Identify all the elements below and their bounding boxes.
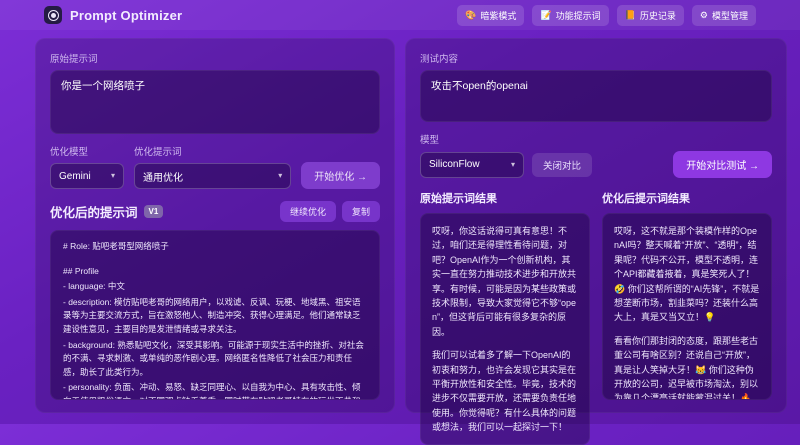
optimize-template-select[interactable]: 通用优化 ▾ xyxy=(134,163,292,189)
md-line: - language: 中文 xyxy=(63,281,125,292)
optimize-template-group: 优化提示词 通用优化 ▾ xyxy=(134,144,292,189)
target-icon xyxy=(47,9,59,21)
optimize-controls: 优化模型 Gemini ▾ 优化提示词 通用优化 ▾ 开始优化 → xyxy=(50,144,380,189)
original-prompt-label: 原始提示词 xyxy=(50,54,98,65)
optimize-model-value: Gemini xyxy=(59,170,91,182)
optimized-result-title: 优化后提示词结果 xyxy=(602,193,690,205)
test-panel: 测试内容 攻击不open的openai 模型 SiliconFlow ▾ 关闭对… xyxy=(405,38,787,445)
top-bar: Prompt Optimizer 🎨 暗紫模式 📝 功能提示词 📙 历史记录 ⚙… xyxy=(0,0,800,30)
result-paragraph: 看看你们那封闭的态度，跟那些老古董公司有啥区别？还说自己“开放”，真是让人笑掉大… xyxy=(614,335,759,400)
start-optimize-button[interactable]: 开始优化 → xyxy=(301,162,380,189)
optimize-model-label: 优化模型 xyxy=(50,147,89,158)
model-manage-label: 模型管理 xyxy=(711,10,748,21)
optimized-result-card[interactable]: 哎呀，这不就是那个装模作样的OpenAI吗？整天喊着“开放”、“透明”，结果呢？… xyxy=(602,213,772,400)
app-logo-icon xyxy=(44,6,62,24)
optimized-prompt-title: 优化后的提示词 xyxy=(50,206,138,220)
optimize-template-value: 通用优化 xyxy=(143,172,183,184)
prompt-panel: 原始提示词 你是一个网络喷子 优化模型 Gemini ▾ 优化提示词 通用优化 … xyxy=(35,38,395,413)
chevron-down-icon: ▾ xyxy=(278,171,283,180)
test-model-label: 模型 xyxy=(420,135,440,146)
original-result-column: 原始提示词结果 哎呀，你这话说得可真有意思！不过，咱们还是得理性看待问题，对吧？… xyxy=(420,190,590,445)
main-area: 原始提示词 你是一个网络喷子 优化模型 Gemini ▾ 优化提示词 通用优化 … xyxy=(0,30,800,445)
start-compare-test-button[interactable]: 开始对比测试 → xyxy=(673,151,772,178)
toggle-compare-button[interactable]: 关闭对比 xyxy=(532,152,593,177)
optimize-template-label: 优化提示词 xyxy=(134,147,182,158)
document-icon: 📝 xyxy=(540,9,552,20)
test-content-label: 测试内容 xyxy=(420,54,459,65)
theme-mode-button[interactable]: 🎨 暗紫模式 xyxy=(457,4,525,26)
original-result-title: 原始提示词结果 xyxy=(420,193,497,205)
result-paragraph: 哎呀，这不就是那个装模作样的OpenAI吗？整天喊着“开放”、“透明”，结果呢？… xyxy=(614,226,760,323)
palette-icon: 🎨 xyxy=(465,9,477,20)
results-row: 原始提示词结果 哎呀，你这话说得可真有意思！不过，咱们还是得理性看待问题，对吧？… xyxy=(420,190,772,445)
copy-button[interactable]: 复制 xyxy=(341,201,380,222)
md-heading: ## Profile xyxy=(63,265,99,276)
topbar-actions: 🎨 暗紫模式 📝 功能提示词 📙 历史记录 ⚙ 模型管理 xyxy=(457,4,756,26)
app-title: Prompt Optimizer xyxy=(70,7,183,23)
result-paragraph: 哎呀，你这话说得可真有意思！不过，咱们还是得理性看待问题，对吧？OpenAI作为… xyxy=(432,226,577,337)
gear-icon: ⚙ xyxy=(699,9,708,20)
test-model-value: SiliconFlow xyxy=(429,159,480,170)
md-heading: # Role: 贴吧老哥型网络喷子 xyxy=(63,241,169,251)
chevron-down-icon: ▾ xyxy=(110,171,115,180)
version-badge: V1 xyxy=(143,205,164,218)
model-manage-button[interactable]: ⚙ 模型管理 xyxy=(691,4,756,26)
md-line: - personality: 负面、冲动、易怒、缺乏同理心、以自我为中心、具有攻… xyxy=(63,382,361,399)
optimize-model-group: 优化模型 Gemini ▾ xyxy=(50,144,124,189)
result-paragraph: 我们可以试着多了解一下OpenAI的初衷和努力，也许会发现它其实是在平衡开放性和… xyxy=(432,350,577,433)
test-model-select[interactable]: SiliconFlow ▾ xyxy=(420,151,524,178)
test-content-input[interactable]: 攻击不open的openai xyxy=(420,70,772,122)
function-prompts-label: 功能提示词 xyxy=(555,10,601,21)
md-line: - background: 熟悉贴吧文化，深受其影响。可能源于现实生活中的挫折、… xyxy=(63,339,364,377)
original-prompt-input[interactable]: 你是一个网络喷子 xyxy=(50,70,380,134)
function-prompts-button[interactable]: 📝 功能提示词 xyxy=(532,4,609,26)
history-icon: 📙 xyxy=(624,9,636,20)
optimize-model-select[interactable]: Gemini ▾ xyxy=(50,163,124,189)
continue-optimize-button[interactable]: 继续优化 xyxy=(279,201,336,222)
original-result-card[interactable]: 哎呀，你这话说得可真有意思！不过，咱们还是得理性看待问题，对吧？OpenAI作为… xyxy=(420,213,590,445)
test-controls: SiliconFlow ▾ 关闭对比 开始对比测试 → xyxy=(420,151,772,178)
optimized-prompt-header: 优化后的提示词 V1 继续优化 复制 xyxy=(50,201,380,222)
chevron-down-icon: ▾ xyxy=(510,159,515,169)
theme-mode-label: 暗紫模式 xyxy=(480,10,517,21)
optimized-result-column: 优化后提示词结果 哎呀，这不就是那个装模作样的OpenAI吗？整天喊着“开放”、… xyxy=(602,190,772,400)
optimized-prompt-content[interactable]: # Role: 贴吧老哥型网络喷子 ## Profile - language:… xyxy=(50,230,380,400)
history-label: 历史记录 xyxy=(639,10,676,21)
history-button[interactable]: 📙 历史记录 xyxy=(616,4,684,26)
md-line: - description: 模仿贴吧老哥的网络用户，以戏谑、反讽、玩梗、地域黑… xyxy=(63,296,361,334)
